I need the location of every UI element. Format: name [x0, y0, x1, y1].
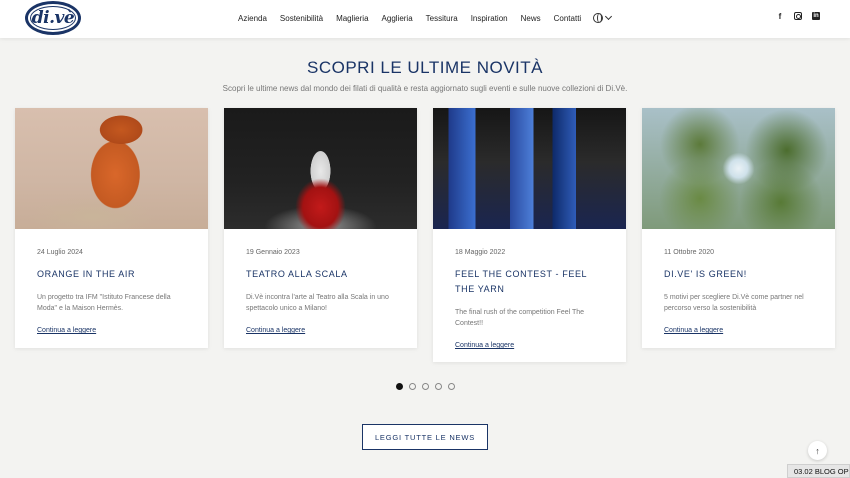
card-body: 18 Maggio 2022 FEEL THE CONTEST - FEEL T… [433, 229, 626, 352]
instagram-icon[interactable] [794, 12, 802, 20]
card-date: 19 Gennaio 2023 [246, 249, 300, 256]
globe-icon [593, 13, 604, 23]
page-tag: 03.02 BLOG OPX [787, 464, 850, 478]
card-excerpt: 5 motivi per scegliere Di.Vè come partne… [664, 294, 804, 312]
site-header: di.vè Azienda Sostenibilità Maglieria Ag… [0, 0, 850, 38]
card-title[interactable]: DI.VE' IS GREEN! [664, 267, 813, 282]
nav-azienda[interactable]: Azienda [238, 14, 267, 23]
news-card[interactable]: 24 Luglio 2024 ORANGE IN THE AIR Un prog… [15, 108, 208, 348]
nav-news[interactable]: News [521, 14, 541, 23]
card-date: 18 Maggio 2022 [455, 249, 506, 256]
divè-logo[interactable]: di.vè [25, 1, 81, 35]
news-image[interactable] [433, 108, 626, 229]
arrow-up-icon: ↑ [815, 445, 820, 456]
chevron-down-icon [605, 12, 613, 21]
nav-sostenibilita[interactable]: Sostenibilità [280, 14, 323, 23]
card-title[interactable]: FEEL THE CONTEST - FEEL THE YARN [455, 267, 604, 297]
facebook-icon[interactable]: f [776, 12, 784, 21]
card-body: 19 Gennaio 2023 TEATRO ALLA SCALA Di.Vè … [224, 229, 417, 337]
read-more-link[interactable]: Continua a leggere [37, 327, 96, 334]
news-image[interactable] [642, 108, 835, 229]
carousel-dot[interactable] [435, 383, 442, 390]
nav-agglieria[interactable]: Agglieria [382, 14, 413, 23]
card-date: 11 Ottobre 2020 [664, 249, 715, 256]
read-more-link[interactable]: Continua a leggere [246, 327, 305, 334]
linkedin-icon[interactable]: in [812, 12, 820, 20]
news-card[interactable]: 18 Maggio 2022 FEEL THE CONTEST - FEEL T… [433, 108, 626, 362]
nav-contatti[interactable]: Contatti [554, 14, 582, 23]
nav-maglieria[interactable]: Maglieria [336, 14, 368, 23]
card-title[interactable]: TEATRO ALLA SCALA [246, 267, 395, 282]
card-title[interactable]: ORANGE IN THE AIR [37, 267, 186, 282]
nav-inspiration[interactable]: Inspiration [471, 14, 508, 23]
news-image[interactable] [15, 108, 208, 229]
all-news-button[interactable]: LEGGI TUTTE LE NEWS [362, 424, 488, 450]
read-more-link[interactable]: Continua a leggere [455, 342, 514, 349]
section-subtitle: Scopri le ultime news dal mondo dei fila… [222, 84, 628, 93]
card-excerpt: Un progetto tra IFM "Istituto Francese d… [37, 294, 171, 312]
news-card[interactable]: 19 Gennaio 2023 TEATRO ALLA SCALA Di.Vè … [224, 108, 417, 348]
carousel-pagination [396, 383, 455, 390]
card-excerpt: Di.Vè incontra l'arte al Teatro alla Sca… [246, 294, 389, 312]
card-body: 24 Luglio 2024 ORANGE IN THE AIR Un prog… [15, 229, 208, 337]
carousel-dot[interactable] [396, 383, 403, 390]
section-title: SCOPRI LE ULTIME NOVITÀ [306, 58, 543, 77]
main-nav: Azienda Sostenibilità Maglieria Agglieri… [238, 11, 613, 25]
carousel-dot[interactable] [448, 383, 455, 390]
logo-text: di.vè [31, 8, 75, 28]
language-selector[interactable] [593, 12, 613, 23]
scroll-top-button[interactable]: ↑ [808, 441, 827, 460]
card-excerpt: The final rush of the competition Feel T… [455, 309, 585, 327]
card-body: 11 Ottobre 2020 DI.VE' IS GREEN! 5 motiv… [642, 229, 835, 337]
nav-tessitura[interactable]: Tessitura [426, 14, 458, 23]
read-more-link[interactable]: Continua a leggere [664, 327, 723, 334]
news-image[interactable] [224, 108, 417, 229]
card-date: 24 Luglio 2024 [37, 249, 83, 256]
news-card[interactable]: 11 Ottobre 2020 DI.VE' IS GREEN! 5 motiv… [642, 108, 835, 348]
social-links: f in [776, 12, 820, 21]
carousel-dot[interactable] [409, 383, 416, 390]
carousel-dot[interactable] [422, 383, 429, 390]
